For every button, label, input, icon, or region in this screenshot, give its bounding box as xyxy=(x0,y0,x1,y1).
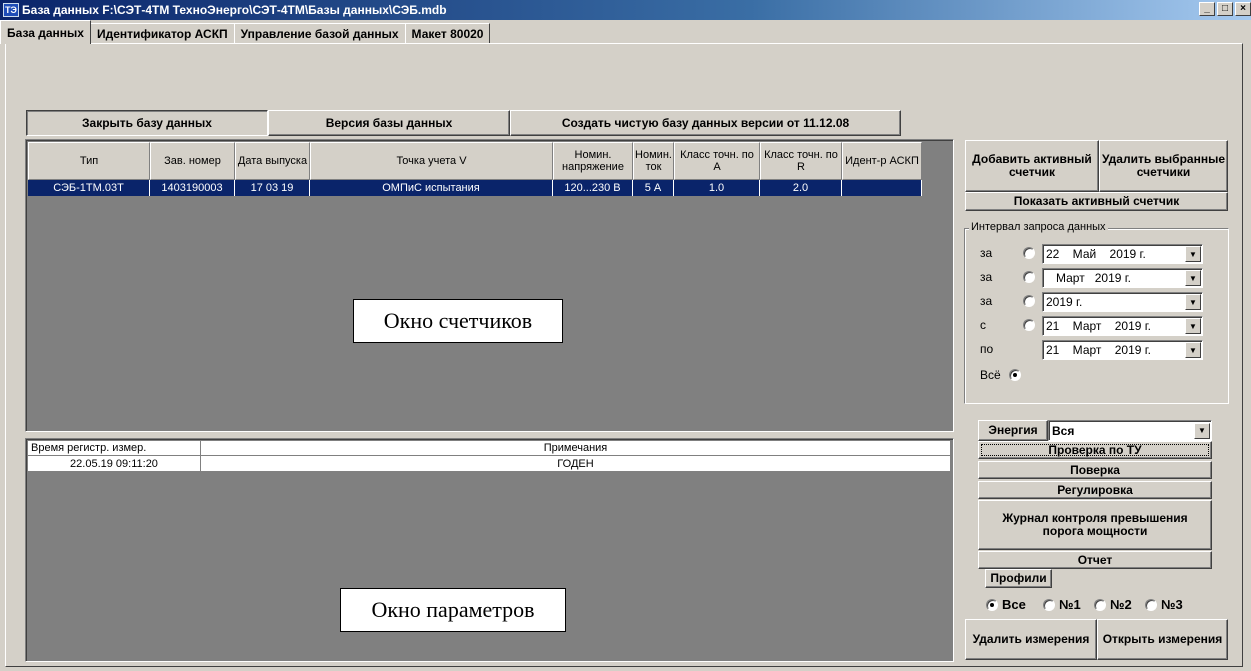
show-active-meter-button[interactable]: Показать активный счетчик xyxy=(965,192,1228,211)
interval-day-radio[interactable] xyxy=(1023,247,1035,259)
interval-month-radio[interactable] xyxy=(1023,271,1035,283)
interval-all-label: Всё xyxy=(980,368,1001,382)
client-area: База данных Идентификатор АСКП Управлени… xyxy=(0,20,1251,671)
params-grid-header: Время регистр. измер. Примечания xyxy=(28,441,951,456)
interval-all-radio[interactable] xyxy=(1009,369,1021,381)
interval-label: Интервал запроса данных xyxy=(969,221,1108,233)
maximize-button[interactable]: □ xyxy=(1217,2,1233,16)
adjustment-button[interactable]: Регулировка xyxy=(978,481,1212,499)
column-header[interactable]: Время регистр. измер. xyxy=(28,441,201,456)
chevron-down-icon[interactable]: ▼ xyxy=(1185,294,1201,310)
cell-class-r: 2.0 xyxy=(760,180,842,196)
month-combo[interactable]: Март 2019 г. ▼ xyxy=(1042,268,1203,288)
report-button[interactable]: Отчет xyxy=(978,551,1212,569)
cell-point: ОМПиС испытания xyxy=(310,180,553,196)
cell-voltage: 120...230 В xyxy=(553,180,633,196)
delete-measurements-button[interactable]: Удалить измерения xyxy=(965,619,1097,660)
column-header[interactable]: Точка учета V xyxy=(310,142,553,180)
profile-all-label: Все xyxy=(1002,597,1026,612)
table-row[interactable]: 22.05.19 09:11:20 ГОДЕН xyxy=(28,456,951,471)
window-controls: _ □ × xyxy=(1199,2,1251,16)
chevron-down-icon[interactable]: ▼ xyxy=(1185,342,1201,358)
profile-1-radio[interactable] xyxy=(1043,599,1055,611)
column-header[interactable]: Примечания xyxy=(201,441,951,456)
cell-serial: 1403190003 xyxy=(150,180,235,196)
db-version-button[interactable]: Версия базы данных xyxy=(268,110,510,136)
energy-label[interactable]: Энергия xyxy=(978,420,1048,441)
profile-1-label: №1 xyxy=(1059,597,1081,612)
cell-type: СЭБ-1ТМ.03Т xyxy=(28,180,150,196)
cell-note: ГОДЕН xyxy=(201,456,951,471)
column-header[interactable]: Дата выпуска xyxy=(235,142,310,180)
column-header[interactable]: Зав. номер xyxy=(150,142,235,180)
delete-selected-meters-button[interactable]: Удалить выбранные счетчики xyxy=(1099,140,1228,192)
close-db-button[interactable]: Закрыть базу данных xyxy=(26,110,268,136)
chevron-down-icon[interactable]: ▼ xyxy=(1185,270,1201,286)
year-combo[interactable]: 2019 г. ▼ xyxy=(1042,292,1203,312)
cell-current: 5 А xyxy=(633,180,674,196)
profile-2-label: №2 xyxy=(1110,597,1132,612)
tab-maket-80020[interactable]: Макет 80020 xyxy=(404,23,491,44)
tab-database[interactable]: База данных xyxy=(0,20,91,44)
power-threshold-journal-button[interactable]: Журнал контроля превышения порога мощнос… xyxy=(978,500,1212,550)
cell-class-a: 1.0 xyxy=(674,180,760,196)
verification-button[interactable]: Поверка xyxy=(978,461,1212,479)
open-measurements-button[interactable]: Открыть измерения xyxy=(1097,619,1228,660)
cell-askp-id xyxy=(842,180,922,196)
column-header[interactable]: Номин. ток xyxy=(633,142,674,180)
interval-prefix: за xyxy=(980,294,993,308)
interval-prefix: по xyxy=(980,342,994,356)
add-active-meter-button[interactable]: Добавить активный счетчик xyxy=(965,140,1099,192)
profile-3-radio[interactable] xyxy=(1145,599,1157,611)
table-row[interactable]: СЭБ-1ТМ.03Т 1403190003 17 03 19 ОМПиС ис… xyxy=(28,180,922,196)
cell-time: 22.05.19 09:11:20 xyxy=(28,456,201,471)
day-combo[interactable]: 22 Май 2019 г. ▼ xyxy=(1042,244,1203,264)
check-tu-button[interactable]: Проверка по ТУ xyxy=(978,441,1212,459)
column-header[interactable]: Класс точн. по А xyxy=(674,142,760,180)
meters-window-label: Окно счетчиков xyxy=(353,299,563,343)
window-title: База данных F:\СЭТ-4ТМ ТехноЭнерго\СЭТ-4… xyxy=(22,3,447,17)
chevron-down-icon[interactable]: ▼ xyxy=(1194,422,1210,439)
meters-grid-header: Тип Зав. номер Дата выпуска Точка учета … xyxy=(28,142,922,180)
meters-grid[interactable]: Тип Зав. номер Дата выпуска Точка учета … xyxy=(25,139,954,432)
profiles-button[interactable]: Профили xyxy=(985,569,1052,588)
column-header[interactable]: Номин. напряжение xyxy=(553,142,633,180)
app-icon: ТЭ xyxy=(3,3,19,17)
tab-panel: Закрыть базу данных Версия базы данных С… xyxy=(5,43,1243,667)
params-grid[interactable]: Время регистр. измер. Примечания 22.05.1… xyxy=(25,438,954,662)
energy-combo[interactable]: Вся ▼ xyxy=(1048,420,1212,441)
column-header[interactable]: Класс точн. по R xyxy=(760,142,842,180)
profile-3-label: №3 xyxy=(1161,597,1183,612)
interval-groupbox: Интервал запроса данных за 22 Май 2019 г… xyxy=(964,221,1229,404)
chevron-down-icon[interactable]: ▼ xyxy=(1185,318,1201,334)
column-header[interactable]: Идент-р АСКП xyxy=(842,142,922,180)
interval-prefix: за xyxy=(980,246,993,260)
range-from-combo[interactable]: 21 Март 2019 г. ▼ xyxy=(1042,316,1203,336)
range-to-combo[interactable]: 21 Март 2019 г. ▼ xyxy=(1042,340,1203,360)
column-header[interactable]: Тип xyxy=(28,142,150,180)
params-window-label: Окно параметров xyxy=(340,588,566,632)
create-db-button[interactable]: Создать чистую базу данных версии от 11.… xyxy=(510,110,901,136)
tab-db-management[interactable]: Управление базой данных xyxy=(233,23,406,44)
minimize-button[interactable]: _ xyxy=(1199,2,1215,16)
close-button[interactable]: × xyxy=(1235,2,1251,16)
profile-all-radio[interactable] xyxy=(986,599,998,611)
tab-askp-identifier[interactable]: Идентификатор АСКП xyxy=(89,23,235,44)
tab-strip: База данных Идентификатор АСКП Управлени… xyxy=(0,20,491,44)
interval-prefix: за xyxy=(980,270,993,284)
interval-year-radio[interactable] xyxy=(1023,295,1035,307)
title-bar: ТЭ База данных F:\СЭТ-4ТМ ТехноЭнерго\СЭ… xyxy=(0,0,1251,20)
chevron-down-icon[interactable]: ▼ xyxy=(1185,246,1201,262)
profile-2-radio[interactable] xyxy=(1094,599,1106,611)
interval-range-radio[interactable] xyxy=(1023,319,1035,331)
cell-date: 17 03 19 xyxy=(235,180,310,196)
interval-prefix: с xyxy=(980,318,986,332)
